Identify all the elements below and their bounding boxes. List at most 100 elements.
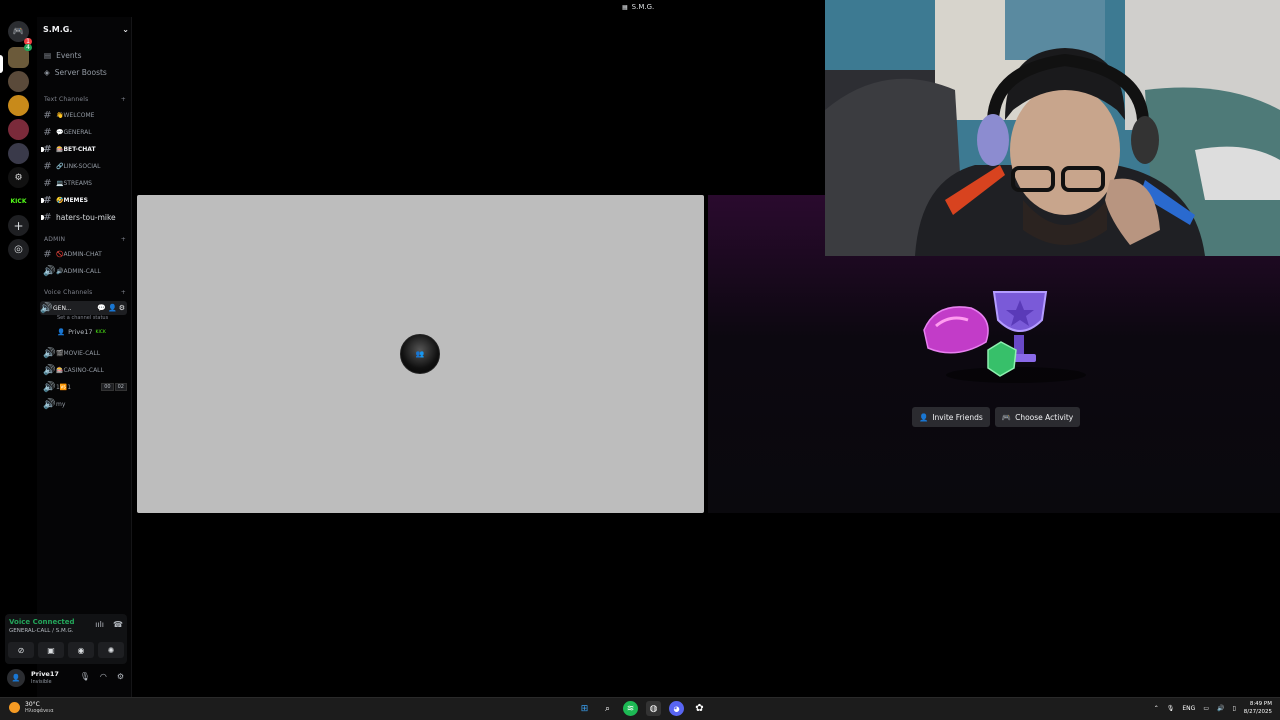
noise-suppression-icon[interactable]: ıılı bbox=[95, 620, 104, 629]
channel-action-icons[interactable]: 💬👤⚙ bbox=[97, 304, 127, 312]
server-smg-icon[interactable]: 4 bbox=[8, 44, 32, 68]
voice-channel-movie-call[interactable]: 🔊 🎬MOVIE-CALL bbox=[43, 346, 127, 360]
unread-indicator bbox=[41, 197, 44, 203]
discord-home-icon[interactable]: 🎮 1 bbox=[8, 21, 32, 45]
clock[interactable]: 8:49 PM 8/27/2025 bbox=[1244, 700, 1272, 716]
server-icon-4[interactable] bbox=[8, 119, 29, 140]
spotify-icon[interactable]: ≋ bbox=[623, 701, 638, 716]
clock-time: 8:49 PM bbox=[1249, 701, 1272, 707]
speaker-icon: 🔊 bbox=[43, 347, 56, 359]
hash-icon: # bbox=[43, 160, 52, 172]
discord-window: 🎮 1 4 ⚙ KICK + ◎ S.M.G. ⌄ ▤ Events ◈ Ser… bbox=[0, 0, 1280, 697]
server-icon-5[interactable] bbox=[8, 143, 29, 164]
voice-channel-1v1[interactable]: 🔊 1🆚1 00 02 bbox=[43, 380, 127, 394]
disconnect-icon[interactable]: ☎ bbox=[113, 620, 123, 629]
trophy-illustration-icon bbox=[923, 291, 1086, 383]
webcam-feed-image bbox=[825, 0, 1280, 256]
hash-icon: # bbox=[43, 211, 52, 223]
add-channel-icon[interactable]: + bbox=[121, 289, 126, 296]
choose-activity-button[interactable]: 🎮 Choose Activity bbox=[994, 407, 1081, 427]
boost-icon: ◈ bbox=[44, 67, 50, 77]
participant-avatar: 👥 bbox=[400, 334, 440, 374]
add-user-icon: 👤 bbox=[919, 412, 929, 422]
user-name[interactable]: Prive17 bbox=[31, 670, 59, 678]
windows-start-icon[interactable]: ⊞ bbox=[577, 701, 592, 716]
avatar[interactable]: 👤 bbox=[7, 669, 25, 687]
channel-general[interactable]: # 💬GENERAL bbox=[43, 125, 127, 139]
channel-streams[interactable]: # 💻STREAMS bbox=[43, 176, 127, 190]
channel-link-social[interactable]: # 🔗LINK-SOCIAL bbox=[43, 159, 127, 173]
voice-channel-my[interactable]: 🔊 my bbox=[43, 397, 127, 411]
server-icon-3[interactable] bbox=[8, 95, 29, 116]
user-status: Invisible bbox=[31, 679, 52, 685]
controller-icon: 🎮 bbox=[1001, 412, 1012, 422]
channel-admin-call[interactable]: 🔊 🔊ADMIN-CALL bbox=[43, 264, 127, 278]
channel-bet-chat[interactable]: # 🎰BET-CHAT bbox=[41, 142, 127, 156]
server-selected-pill bbox=[0, 55, 3, 73]
discover-icon[interactable]: ◎ bbox=[8, 239, 29, 260]
chevron-up-icon[interactable]: ⌃ bbox=[1154, 705, 1159, 712]
channel-sidebar: S.M.G. ⌄ ▤ Events ◈ Server Boosts Text C… bbox=[37, 17, 132, 697]
category-text-channels[interactable]: Text Channels + bbox=[44, 96, 126, 103]
settings-gear-icon[interactable]: ⚙ bbox=[117, 672, 124, 681]
voice-user[interactable]: 👤 Prive17 KICK bbox=[57, 328, 106, 336]
channel-haters-tou-mike[interactable]: # haters-tou-mike bbox=[41, 210, 127, 224]
camera-off-icon: ⊘ bbox=[17, 645, 25, 655]
category-voice-channels[interactable]: Voice Channels + bbox=[44, 289, 126, 296]
channel-status-placeholder[interactable]: Set a channel status bbox=[57, 315, 108, 321]
headphones-icon[interactable]: ◠ bbox=[100, 672, 107, 681]
speaker-icon: 🔊 bbox=[43, 381, 56, 393]
calendar-icon: ▤ bbox=[44, 50, 52, 60]
window-title: ▦ S.M.G. bbox=[622, 3, 655, 11]
volume-icon[interactable]: 🔊 bbox=[1217, 705, 1224, 712]
weather-desc: Ηλιοφάνεια bbox=[25, 708, 54, 714]
invite-friends-button[interactable]: 👤 Invite Friends bbox=[912, 407, 990, 427]
server-icon-6[interactable]: ⚙ bbox=[8, 167, 29, 188]
server-icon-2[interactable] bbox=[8, 71, 29, 92]
hash-icon: # bbox=[43, 177, 52, 189]
controller-icon: ◉ bbox=[77, 645, 85, 655]
app-icon[interactable]: ✿ bbox=[692, 701, 707, 716]
voice-channel-casino-call[interactable]: 🔊 🎰CASINO-CALL bbox=[43, 363, 127, 377]
screen-share-button[interactable]: ▣ bbox=[38, 642, 64, 658]
channel-welcome[interactable]: # 👋WELCOME bbox=[43, 108, 127, 122]
search-icon[interactable]: ⌕ bbox=[600, 701, 615, 716]
video-tile[interactable]: 👥 bbox=[137, 195, 704, 513]
language-indicator[interactable]: ENG bbox=[1182, 705, 1195, 712]
user-avatar-icon: 👤 bbox=[57, 328, 66, 336]
webcam-overlay bbox=[825, 0, 1280, 256]
system-tray: ⌃ 🎙 ENG ▭ 🔊 ▯ 8:49 PM 8/27/2025 bbox=[1154, 700, 1272, 716]
hash-icon: # bbox=[43, 194, 52, 206]
voice-connected-title[interactable]: Voice Connected bbox=[9, 618, 75, 626]
events-link[interactable]: ▤ Events bbox=[44, 49, 82, 61]
channel-memes[interactable]: # 🤣MEMES bbox=[41, 193, 127, 207]
voice-channel-general-call[interactable]: 🔊 GEN... 💬👤⚙ bbox=[40, 301, 127, 315]
soundboard-button[interactable]: ✺ bbox=[98, 642, 124, 658]
screen-share-icon: ▣ bbox=[47, 645, 55, 655]
add-server-icon[interactable]: + bbox=[8, 215, 29, 236]
activity-button[interactable]: ◉ bbox=[68, 642, 94, 658]
voice-connected-subtitle[interactable]: GENERAL-CALL / S.M.G. bbox=[9, 628, 73, 634]
server-kick-icon[interactable]: KICK bbox=[8, 191, 29, 212]
server-header[interactable]: S.M.G. ⌄ bbox=[43, 22, 129, 36]
network-icon[interactable]: ▭ bbox=[1203, 705, 1209, 712]
user-panel: 👤 Prive17 Invisible 🎙 ◠ ⚙ bbox=[5, 667, 127, 691]
weather-widget[interactable]: 30°C Ηλιοφάνεια bbox=[9, 701, 54, 714]
voice-connected-panel: Voice Connected GENERAL-CALL / S.M.G. ıı… bbox=[5, 614, 127, 664]
microphone-icon[interactable]: 🎙 bbox=[80, 672, 90, 681]
camera-button[interactable]: ⊘ bbox=[8, 642, 34, 658]
add-channel-icon[interactable]: + bbox=[121, 236, 126, 243]
category-admin[interactable]: ADMIN + bbox=[44, 236, 126, 243]
voice-lock-icon: 🔊 bbox=[43, 265, 56, 277]
chrome-icon[interactable]: ◍ bbox=[646, 701, 661, 716]
battery-icon[interactable]: ▯ bbox=[1232, 705, 1235, 712]
server-boosts-link[interactable]: ◈ Server Boosts bbox=[44, 66, 107, 78]
speaker-icon: 🔊 bbox=[43, 398, 56, 410]
server-badge: 4 bbox=[24, 44, 32, 51]
channel-admin-chat[interactable]: # 🚫ADMIN-CHAT bbox=[43, 247, 127, 261]
discord-icon[interactable]: ◕ bbox=[669, 701, 684, 716]
weather-temp: 30°C bbox=[25, 701, 40, 708]
add-channel-icon[interactable]: + bbox=[121, 96, 126, 103]
microphone-tray-icon[interactable]: 🎙 bbox=[1167, 705, 1175, 712]
speaker-icon: 🔊 bbox=[40, 302, 53, 314]
